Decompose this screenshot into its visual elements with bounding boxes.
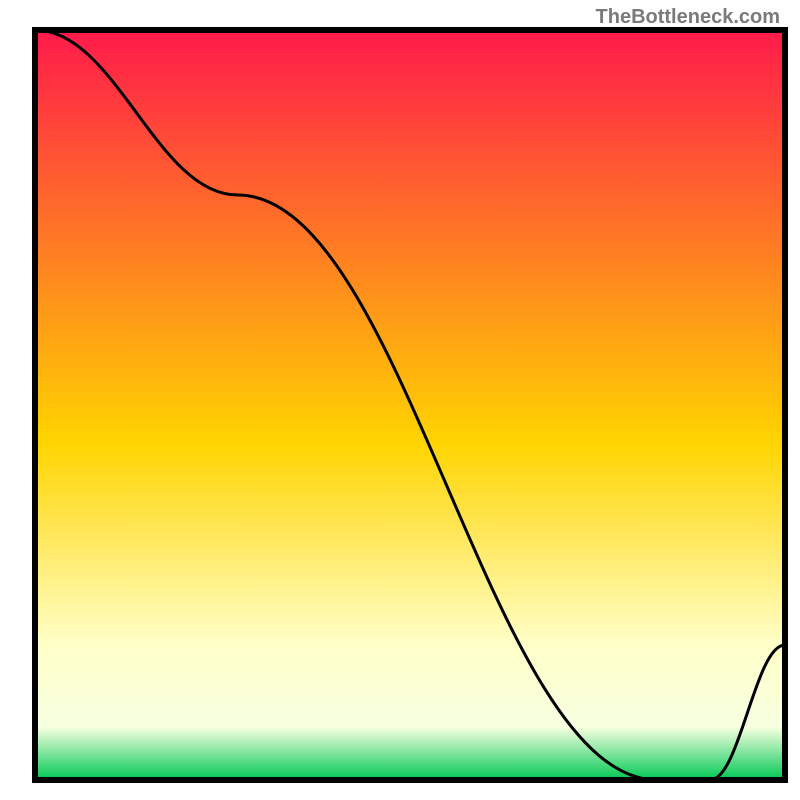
watermark-text: TheBottleneck.com — [596, 6, 780, 29]
chart-canvas — [0, 0, 800, 800]
plot-area — [35, 30, 785, 783]
bottleneck-chart: TheBottleneck.com — [0, 0, 800, 800]
